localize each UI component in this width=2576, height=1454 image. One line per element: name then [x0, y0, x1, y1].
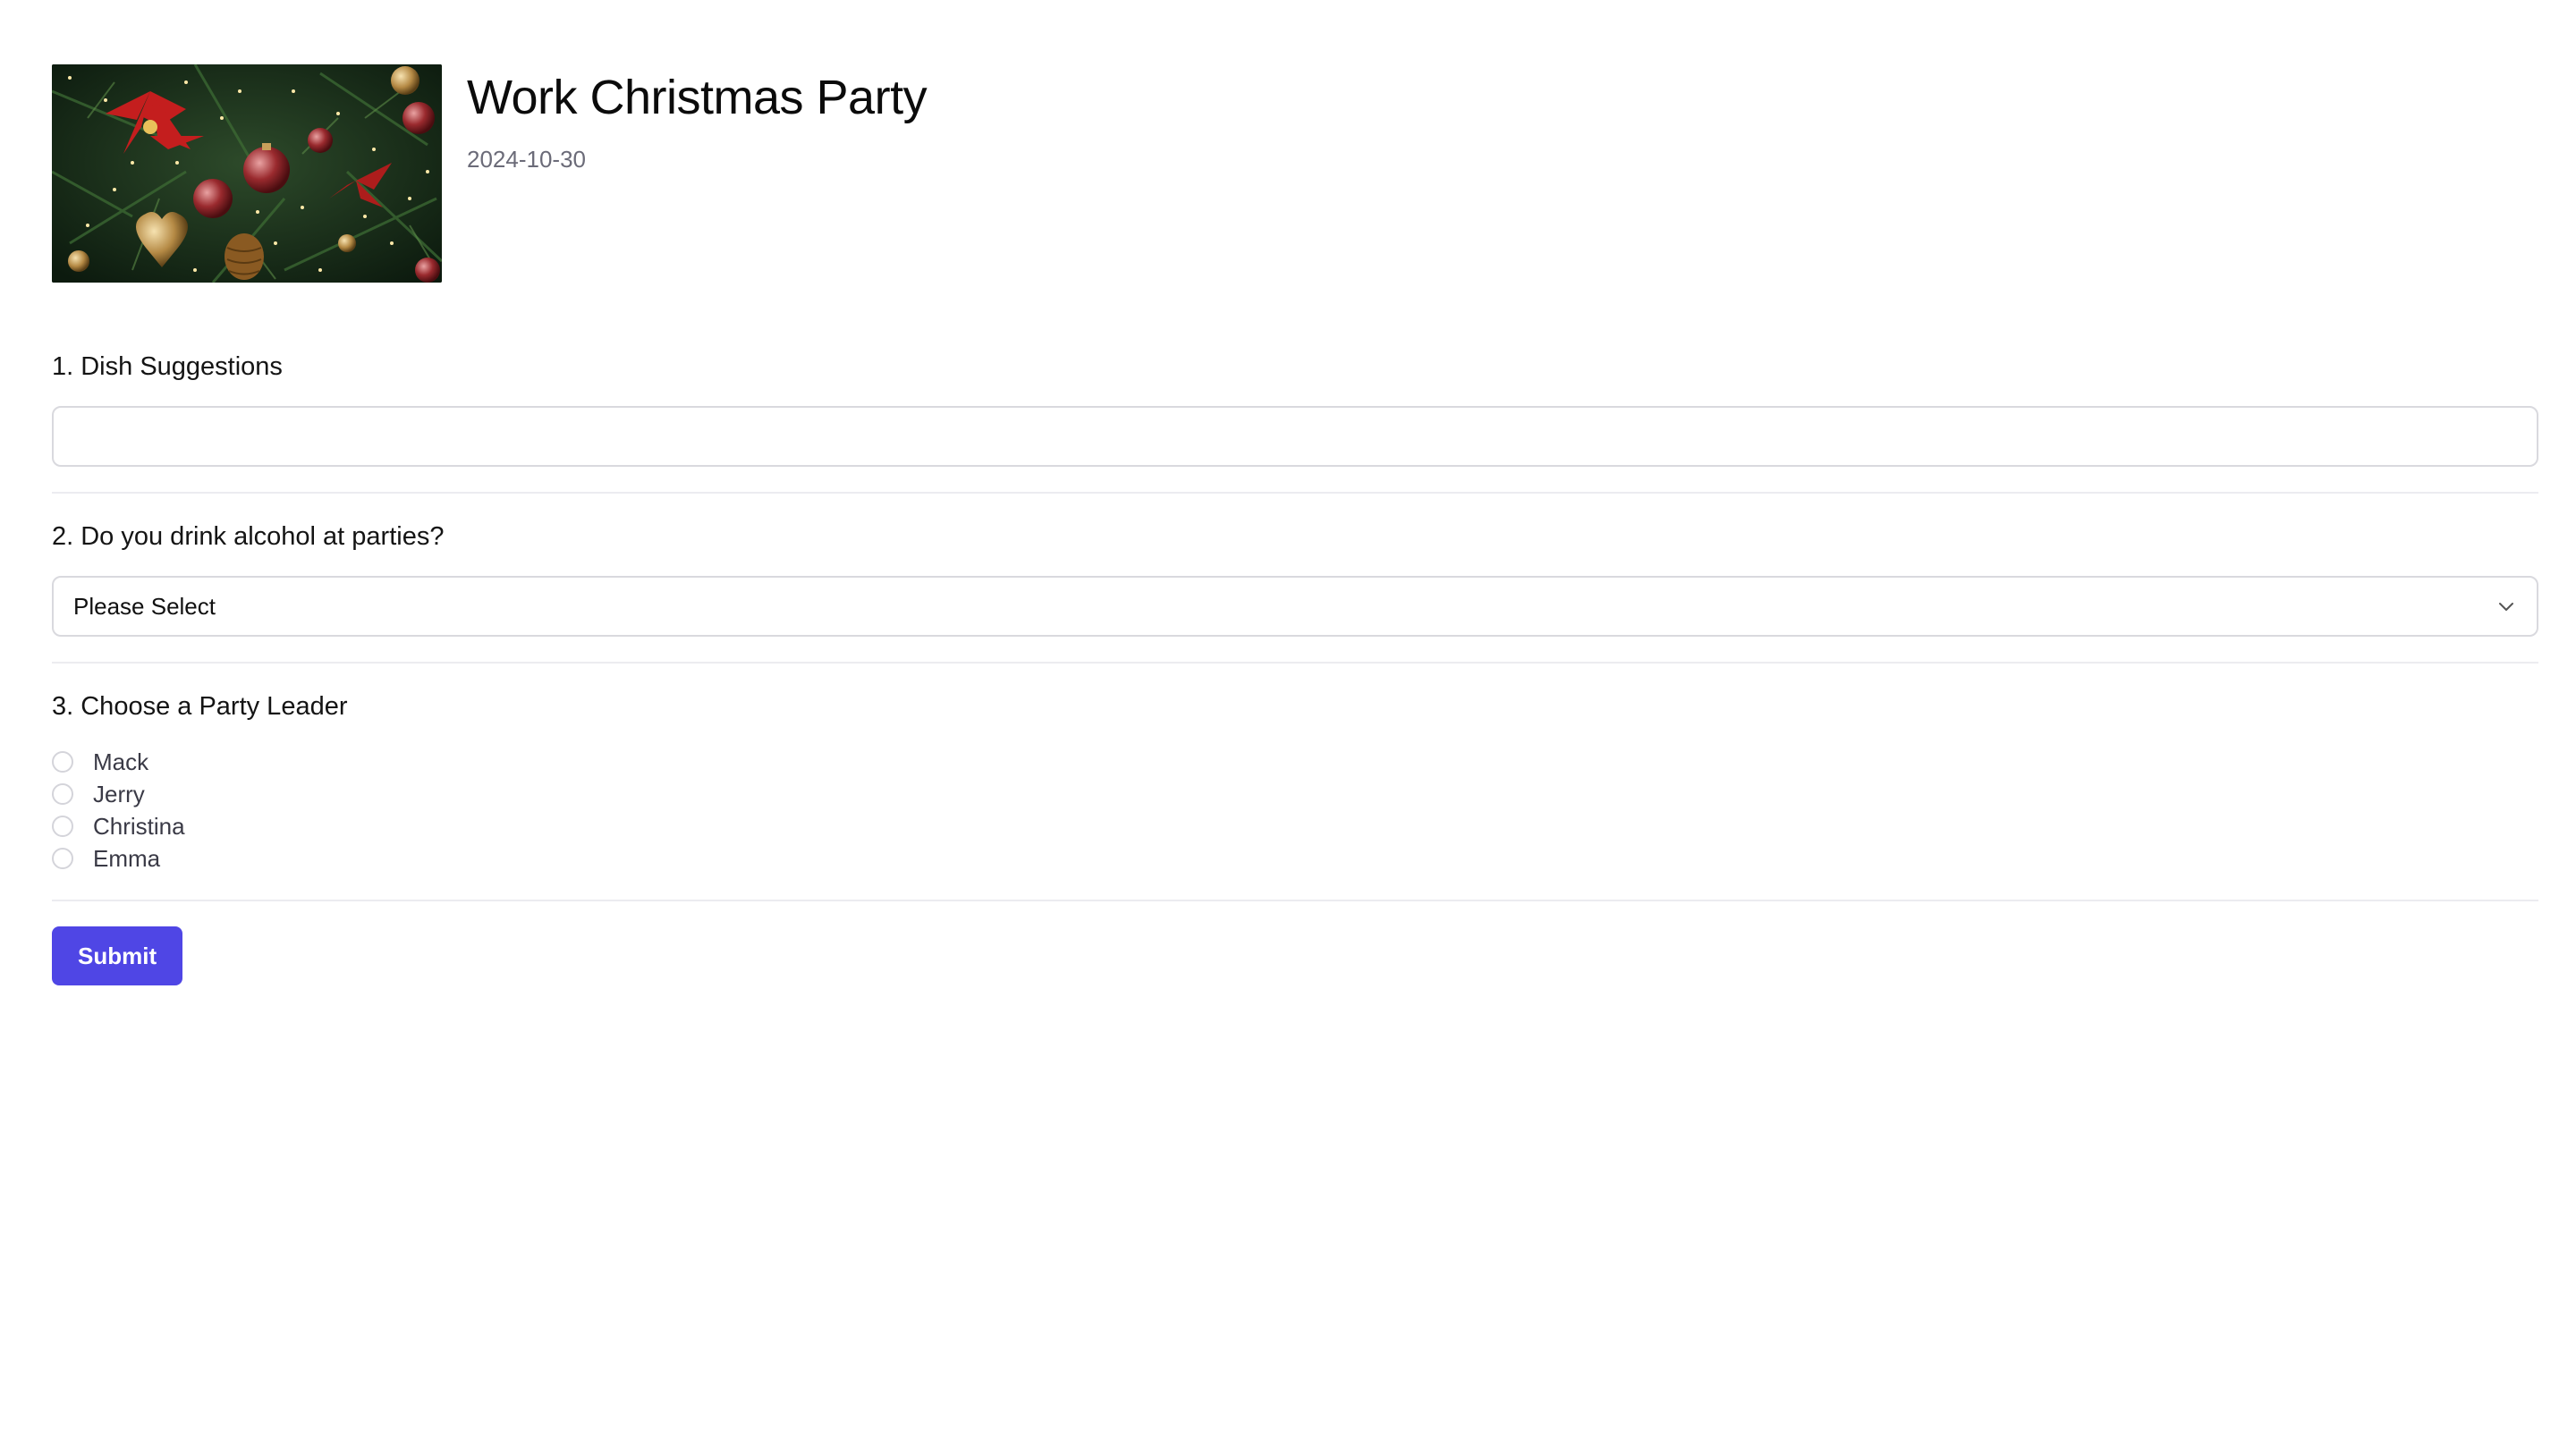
- question-dish-suggestions: 1. Dish Suggestions: [52, 349, 2538, 494]
- event-image: [52, 64, 442, 283]
- event-info: Work Christmas Party 2024-10-30: [467, 64, 928, 173]
- chevron-down-icon: [2499, 603, 2513, 611]
- radio-label: Emma: [93, 845, 161, 872]
- alcohol-select[interactable]: Please Select: [52, 576, 2538, 637]
- survey-form: 1. Dish Suggestions 2. Do you drink alco…: [52, 349, 2538, 985]
- radio-button[interactable]: [52, 848, 73, 869]
- radio-label: Jerry: [93, 781, 145, 807]
- radio-option-mack[interactable]: Mack: [52, 746, 2538, 778]
- submit-button[interactable]: Submit: [52, 926, 183, 985]
- question-label: 2. Do you drink alcohol at parties?: [52, 522, 445, 551]
- event-header: Work Christmas Party 2024-10-30: [52, 64, 928, 283]
- radio-option-emma[interactable]: Emma: [52, 842, 2538, 875]
- radio-label: Mack: [93, 748, 149, 775]
- dish-suggestions-input[interactable]: [52, 406, 2538, 467]
- radio-button[interactable]: [52, 751, 73, 773]
- page-title: Work Christmas Party: [467, 71, 928, 124]
- question-label: 3. Choose a Party Leader: [52, 692, 348, 721]
- select-value: Please Select: [73, 592, 216, 620]
- radio-option-jerry[interactable]: Jerry: [52, 778, 2538, 810]
- question-party-leader: 3. Choose a Party Leader Mack Jerry Chri…: [52, 689, 2538, 901]
- question-alcohol: 2. Do you drink alcohol at parties? Plea…: [52, 519, 2538, 664]
- radio-option-christina[interactable]: Christina: [52, 810, 2538, 842]
- radio-button[interactable]: [52, 816, 73, 837]
- party-leader-radio-group: Mack Jerry Christina Emma: [52, 746, 2538, 875]
- event-date: 2024-10-30: [467, 146, 586, 173]
- radio-button[interactable]: [52, 783, 73, 805]
- survey-page: Work Christmas Party 2024-10-30 1. Dish …: [0, 0, 2576, 1454]
- question-label: 1. Dish Suggestions: [52, 352, 283, 381]
- radio-label: Christina: [93, 813, 185, 840]
